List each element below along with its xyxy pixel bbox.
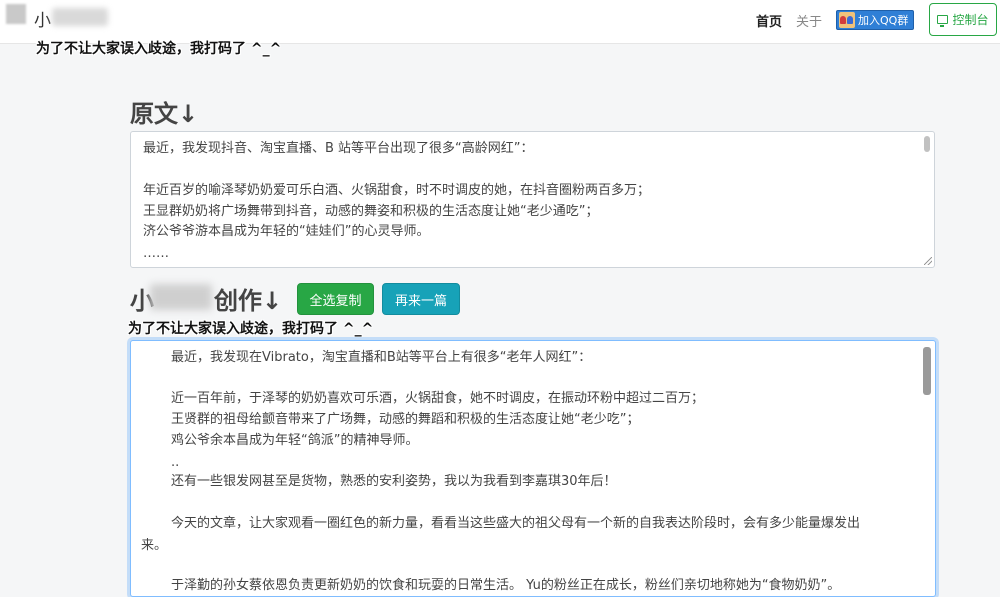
select-all-copy-button[interactable]: 全选复制 xyxy=(297,283,374,315)
brand-name[interactable]: 小 xyxy=(34,6,51,31)
creation-scrollbar[interactable] xyxy=(923,347,931,395)
creation-line: .. xyxy=(171,455,180,470)
nav-home-link[interactable]: 首页 xyxy=(756,11,782,30)
creation-line: 近一百年前，于泽琴的奶奶喜欢可乐酒，火锅甜食，她不时调皮，在振动环粉中超过二百万… xyxy=(171,391,705,406)
nav-about-link[interactable]: 关于 xyxy=(796,11,822,30)
original-title: 原文↓ xyxy=(130,100,199,128)
creation-title: 创作↓ xyxy=(214,287,283,315)
original-line: …… xyxy=(143,246,169,261)
generate-another-button[interactable]: 再来一篇 xyxy=(382,283,460,315)
brand-name-mosaic xyxy=(52,8,108,26)
original-textarea[interactable]: 最近，我发现抖音、淘宝直播、B 站等平台出现了很多“高龄网红”： 年近百岁的喻泽… xyxy=(130,131,935,268)
join-qq-group-button[interactable]: 加入QQ群 xyxy=(836,10,914,30)
join-qq-group-label: 加入QQ群 xyxy=(858,14,909,27)
monitor-icon xyxy=(937,15,949,27)
creation-line: 来。 xyxy=(141,538,168,553)
creation-title-mosaic xyxy=(150,284,212,310)
creation-line: 还有一些银发网甚至是货物，熟悉的安利姿势，我以为我看到李嘉琪30年后！ xyxy=(171,474,617,489)
original-line: 最近，我发现抖音、淘宝直播、B 站等平台出现了很多“高龄网红”： xyxy=(143,141,534,156)
original-scrollbar[interactable] xyxy=(924,136,930,152)
original-line: 王显群奶奶将广场舞带到抖音，动感的舞姿和积极的生活态度让她“老少通吃”； xyxy=(143,204,599,219)
mosaic-notice-middle: 为了不让大家误入歧途，我打码了 ^_^ xyxy=(128,321,374,337)
original-line: 济公爷爷游本昌成为年轻的“娃娃们”的心灵导师。 xyxy=(143,224,430,239)
creation-textarea[interactable]: 最近，我发现在Vibrato，淘宝直播和B站等平台上有很多“老年人网红”： 近一… xyxy=(130,340,936,597)
brand-logo[interactable] xyxy=(6,4,26,24)
console-button[interactable]: 控制台 xyxy=(929,3,997,36)
qq-group-icon xyxy=(839,12,855,28)
creation-line: 今天的文章，让大家观看一圈红色的新力量，看看当这些盛大的祖父母有一个新的自我表达… xyxy=(171,516,861,531)
original-line: 年近百岁的喻泽琴奶奶爱可乐白酒、火锅甜食，时不时调皮的她，在抖音圈粉两百多万； xyxy=(143,183,651,198)
mosaic-notice-top: 为了不让大家误入歧途，我打码了 ^_^ xyxy=(36,41,282,57)
console-label: 控制台 xyxy=(952,13,989,27)
creation-line: 鸡公爷余本昌成为年轻“鸽派”的精神导师。 xyxy=(171,433,419,448)
creation-line: 王贤群的祖母给颤音带来了广场舞，动感的舞蹈和积极的生活态度让她“老少吃”； xyxy=(171,412,640,427)
creation-line: 最近，我发现在Vibrato，淘宝直播和B站等平台上有很多“老年人网红”： xyxy=(171,350,592,365)
resize-handle-icon[interactable] xyxy=(924,257,932,265)
creation-line: 于泽勤的孙女蔡依恩负责更新奶奶的饮食和玩耍的日常生活。 Yu的粉丝正在成长，粉丝… xyxy=(171,578,841,593)
